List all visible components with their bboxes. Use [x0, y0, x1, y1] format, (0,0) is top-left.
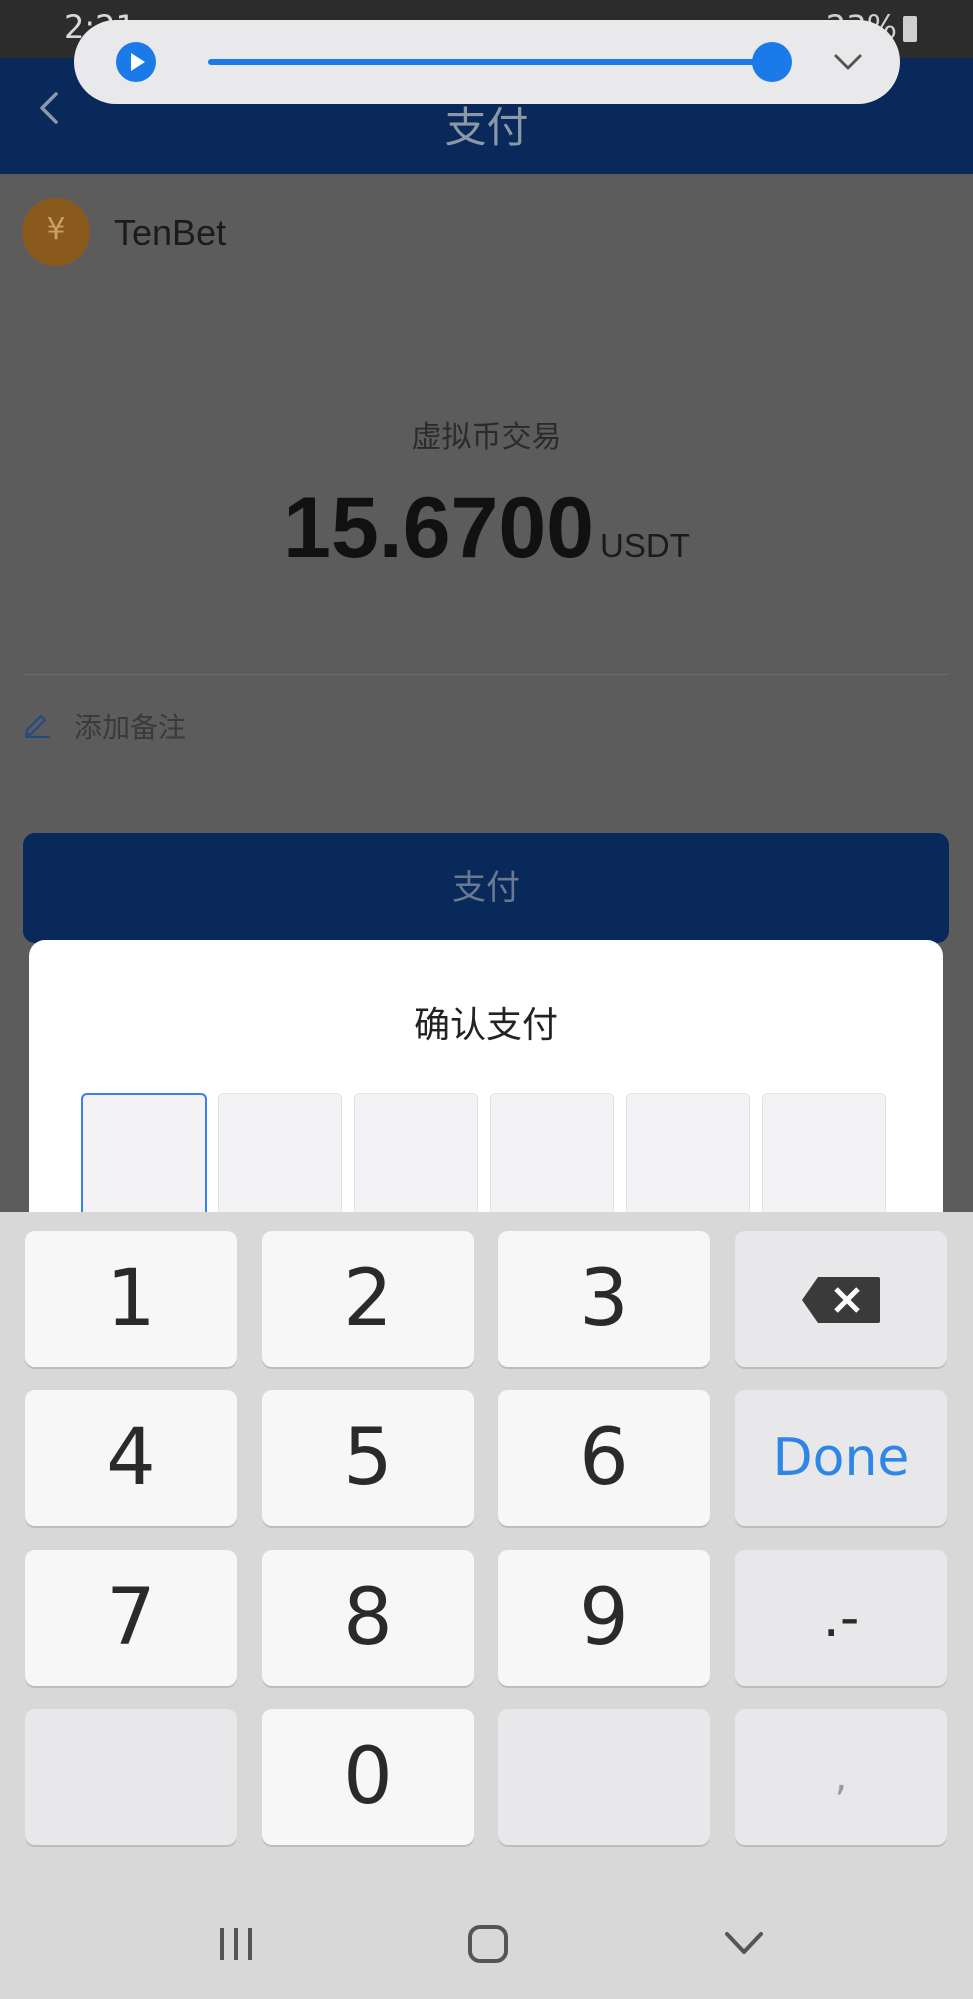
amount-unit: USDT: [600, 527, 690, 564]
play-icon: [131, 53, 145, 71]
seek-thumb[interactable]: [752, 42, 792, 82]
pay-button[interactable]: 支付: [23, 833, 949, 943]
comma-key[interactable]: ,: [735, 1709, 947, 1845]
home-icon[interactable]: [466, 1918, 510, 1970]
amount-value: 15.6700: [283, 480, 595, 576]
amount-row: 15.6700 USDT: [0, 479, 973, 578]
chevron-down-icon[interactable]: [830, 44, 866, 80]
media-player-pill: [74, 20, 900, 104]
confirm-payment-title: 确认支付: [413, 1005, 558, 1046]
key-4[interactable]: 4: [25, 1390, 237, 1526]
nav-back-icon[interactable]: [722, 1918, 766, 1970]
blank-key-left: [25, 1709, 237, 1845]
key-2[interactable]: 2: [262, 1231, 474, 1367]
key-8[interactable]: 8: [262, 1550, 474, 1686]
yen-icon: ¥: [46, 212, 66, 247]
key-3[interactable]: 3: [498, 1231, 710, 1367]
recents-icon[interactable]: [216, 1918, 256, 1970]
punctuation-key[interactable]: .-: [735, 1550, 947, 1686]
merchant-logo: ¥: [22, 198, 90, 266]
key-5[interactable]: 5: [262, 1390, 474, 1526]
backspace-icon: [802, 1277, 880, 1323]
numeric-keyboard: 1 2 3 4 5 6 Done 7 8 9 .- 0 ,: [0, 1212, 973, 1999]
confirm-payment-sheet: 确认支付: [29, 940, 943, 1240]
transaction-type: 虚拟币交易: [411, 420, 562, 455]
seek-track[interactable]: [208, 59, 774, 65]
play-button[interactable]: [116, 42, 156, 82]
merchant-name: TenBet: [114, 212, 227, 253]
battery-icon: [903, 16, 917, 42]
key-1[interactable]: 1: [25, 1231, 237, 1367]
blank-key-right: [498, 1709, 710, 1845]
backspace-key[interactable]: [735, 1231, 947, 1367]
key-9[interactable]: 9: [498, 1550, 710, 1686]
divider: [24, 674, 949, 675]
add-note-label: 添加备注: [74, 711, 187, 744]
key-6[interactable]: 6: [498, 1390, 710, 1526]
done-key[interactable]: Done: [735, 1390, 947, 1526]
pencil-icon: [24, 714, 50, 738]
key-0[interactable]: 0: [262, 1709, 474, 1845]
key-7[interactable]: 7: [25, 1550, 237, 1686]
